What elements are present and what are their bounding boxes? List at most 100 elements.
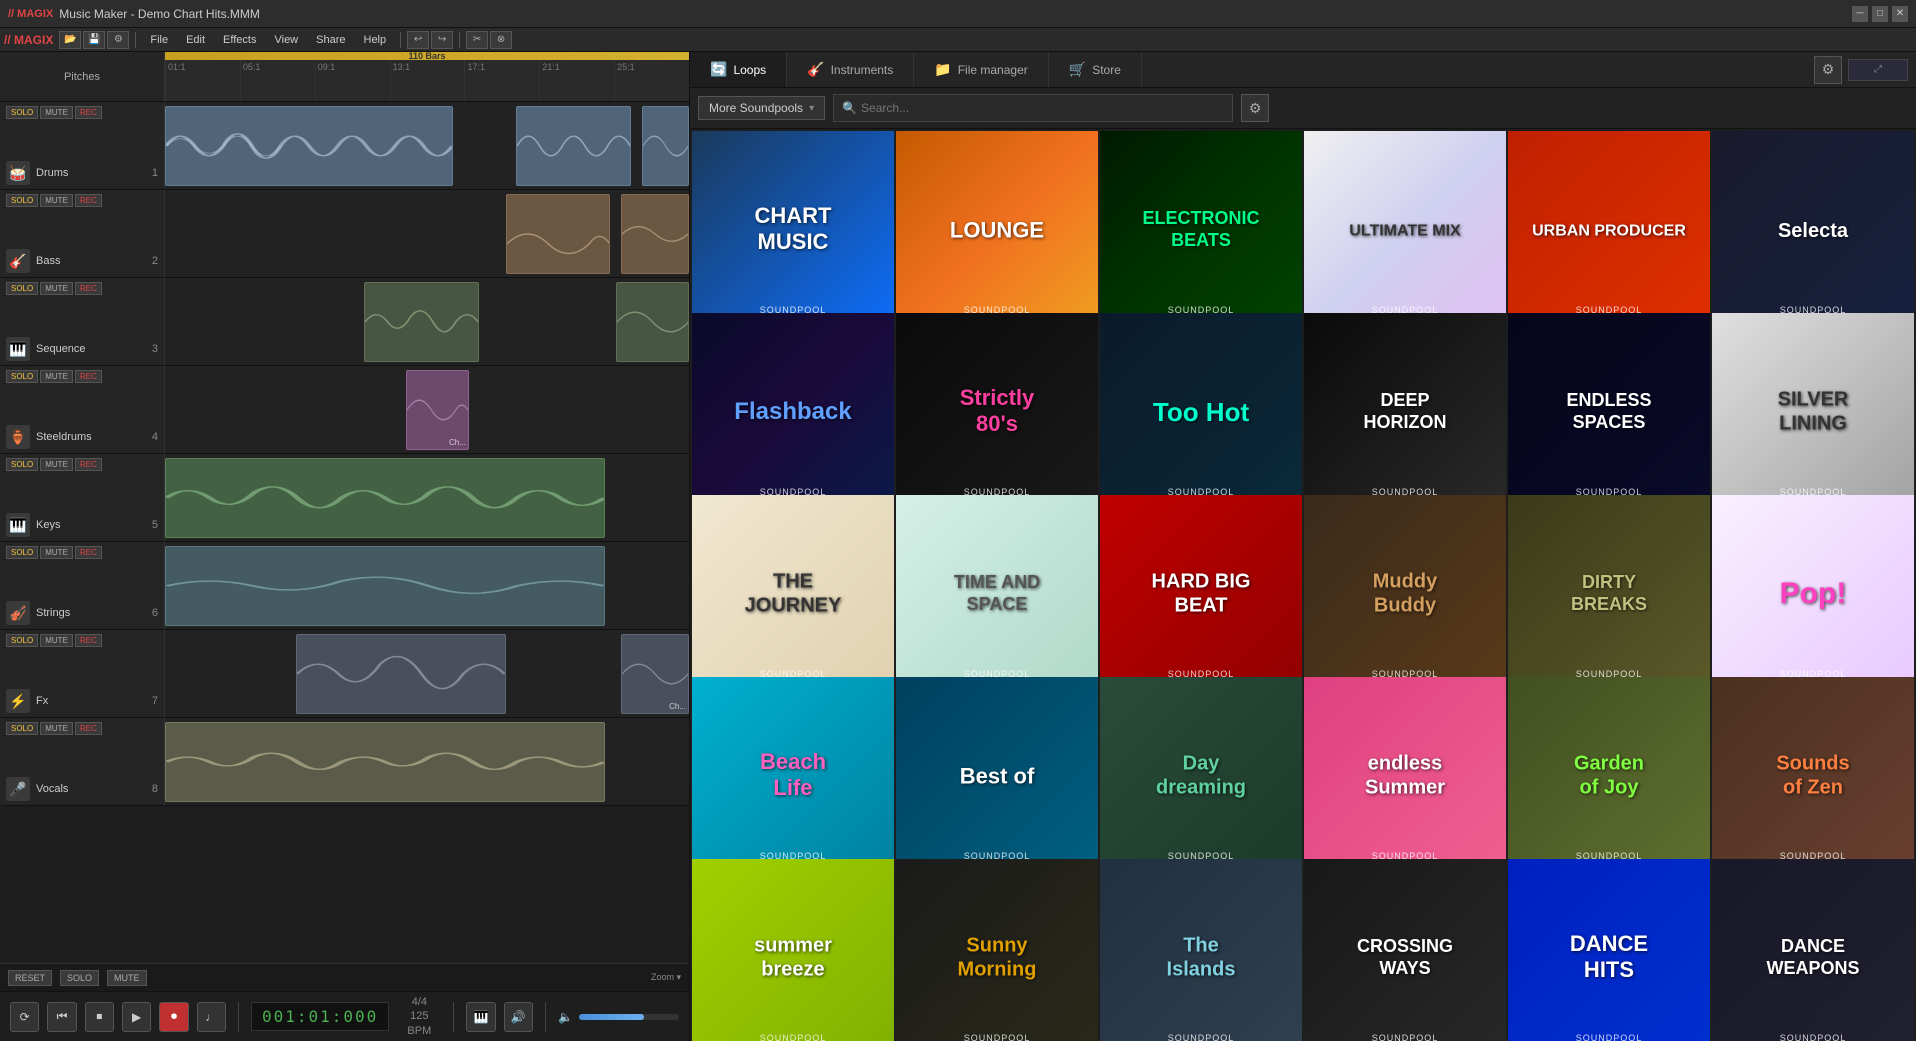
rec-vocals[interactable]: REC (75, 722, 102, 735)
track-content-strings[interactable] (165, 542, 689, 629)
mute-fx[interactable]: MUTE (40, 634, 73, 647)
rec-drums[interactable]: REC (75, 106, 102, 119)
rec-bass[interactable]: REC (75, 194, 102, 207)
solo-sequence[interactable]: SOLO (6, 282, 38, 295)
cut-button[interactable]: ✂ (466, 31, 488, 49)
window-controls[interactable]: ─ □ ✕ (1852, 6, 1908, 22)
minimize-button[interactable]: ─ (1852, 6, 1868, 22)
clip-drums-2[interactable] (516, 106, 631, 186)
soundpool-item-beach-life[interactable]: Beach LifeSOUNDPOOL CHILLOUT (692, 677, 894, 879)
solo-bass[interactable]: SOLO (6, 194, 38, 207)
soundpool-item-dirty-breaks[interactable]: DIRTY BREAKSSOUNDPOOL BREAKBEAT (1508, 495, 1710, 697)
rewind-button[interactable]: ⏮ (47, 1002, 76, 1032)
soundpool-settings-button[interactable]: ⚙ (1241, 94, 1269, 122)
soundpool-item-daydreaming[interactable]: Day dreamingSOUNDPOOL CHILLOUT (1100, 677, 1302, 879)
soundpool-item-islands[interactable]: The IslandsSOUNDPOOL CHILLOUT (1100, 859, 1302, 1041)
clip-steeldrums-1[interactable]: Ch... (406, 370, 469, 450)
soundpool-item-crossing-ways[interactable]: CROSSING WAYSSOUNDPOOL CROSSOVER (1304, 859, 1506, 1041)
rec-sequence[interactable]: REC (75, 282, 102, 295)
clip-keys-1[interactable] (165, 458, 605, 538)
menu-edit[interactable]: Edit (178, 32, 213, 48)
clip-drums-3[interactable] (642, 106, 689, 186)
soundpool-item-endless-spaces[interactable]: ENDLESS SPACESSOUNDPOOL AMBIENT (1508, 313, 1710, 515)
soundpool-item-urban-producer[interactable]: URBAN PRODUCERSOUNDPOOL COLLECTION (1508, 131, 1710, 333)
mute-drums[interactable]: MUTE (40, 106, 73, 119)
menu-help[interactable]: Help (356, 32, 395, 48)
solo-strings[interactable]: SOLO (6, 546, 38, 559)
soundpool-item-flashback[interactable]: FlashbackSOUNDPOOL 80s (692, 313, 894, 515)
tab-instruments[interactable]: 🎸 Instruments (787, 52, 914, 87)
rec-steeldrums[interactable]: REC (75, 370, 102, 383)
volume-slider[interactable] (579, 1014, 679, 1020)
soundpool-item-silver-lining[interactable]: SILVER LININGSOUNDPOOL AMBIENT (1712, 313, 1914, 515)
record-button[interactable]: ⏺ (159, 1002, 188, 1032)
soundpool-item-hard-big-beat[interactable]: HARD BIG BEATSOUNDPOOL BIG BEAT (1100, 495, 1302, 697)
play-button[interactable]: ▶ (122, 1002, 151, 1032)
soundpool-item-lounge[interactable]: LOUNGESOUNDPOOL COLLECTION (896, 131, 1098, 333)
soundpool-item-pop[interactable]: Pop!SOUNDPOOL CHART HITS (1712, 495, 1914, 697)
stop-button[interactable]: ⏹ (85, 1002, 114, 1032)
soundpool-item-sunny-morning[interactable]: Sunny MorningSOUNDPOOL CHILLOUT (896, 859, 1098, 1041)
mute-all-button[interactable]: MUTE (107, 970, 147, 986)
stop-edit-button[interactable]: ⊗ (490, 31, 512, 49)
save-button[interactable]: 💾 (83, 31, 105, 49)
mute-sequence[interactable]: MUTE (40, 282, 73, 295)
solo-keys[interactable]: SOLO (6, 458, 38, 471)
menu-file[interactable]: File (142, 32, 176, 48)
solo-drums[interactable]: SOLO (6, 106, 38, 119)
soundpool-item-selecta[interactable]: SelectaSOUNDPOOL 2STEP (1712, 131, 1914, 333)
speaker-button[interactable]: 🔊 (504, 1002, 533, 1032)
soundpool-item-dance-weapons[interactable]: DANCE WEAPONSSOUNDPOOL DANCE (1712, 859, 1914, 1041)
timeline[interactable]: 110 Bars 01:1 05:1 09:1 13:1 17:1 21:1 2… (165, 52, 689, 101)
tab-loops[interactable]: 🔄 Loops (690, 52, 787, 87)
solo-all-button[interactable]: SOLO (60, 970, 99, 986)
clip-drums-1[interactable] (165, 106, 453, 186)
mute-bass[interactable]: MUTE (40, 194, 73, 207)
clip-fx-1[interactable] (296, 634, 506, 714)
menu-effects[interactable]: Effects (215, 32, 264, 48)
clip-fx-2[interactable]: Ch... (621, 634, 689, 714)
soundpool-item-ultimate-mix[interactable]: ULTIMATE MIXSOUNDPOOL COLLECTION (1304, 131, 1506, 333)
settings-button[interactable]: ⚙ (107, 31, 129, 49)
soundpool-item-toohot[interactable]: Too HotSOUNDPOOL 80s (1100, 313, 1302, 515)
maximize-button[interactable]: □ (1872, 6, 1888, 22)
clip-strings-1[interactable] (165, 546, 605, 626)
track-content-keys[interactable] (165, 454, 689, 541)
soundpool-item-muddy-buddy[interactable]: Muddy BuddySOUNDPOOL BLUES (1304, 495, 1506, 697)
open-button[interactable]: 📂 (59, 31, 81, 49)
soundpool-item-sounds-zen[interactable]: Sounds of ZenSOUNDPOOL CHILLOUT (1712, 677, 1914, 879)
solo-steeldrums[interactable]: SOLO (6, 370, 38, 383)
mute-strings[interactable]: MUTE (40, 546, 73, 559)
soundpool-dropdown[interactable]: More Soundpools ▾ (698, 96, 825, 120)
track-content-vocals[interactable] (165, 718, 689, 805)
soundpool-item-chart-music[interactable]: CHART MUSICSOUNDPOOL COLLECTION (692, 131, 894, 333)
track-content-steeldrums[interactable]: Ch... (165, 366, 689, 453)
mute-vocals[interactable]: MUTE (40, 722, 73, 735)
undo-button[interactable]: ↩ (407, 31, 429, 49)
solo-fx[interactable]: SOLO (6, 634, 38, 647)
soundpool-item-summer-breeze[interactable]: summer breezeSOUNDPOOL CHILLOUT (692, 859, 894, 1041)
tab-file-manager[interactable]: 📁 File manager (914, 52, 1048, 87)
rec-keys[interactable]: REC (75, 458, 102, 471)
soundpool-item-garden-joy[interactable]: Garden of JoySOUNDPOOL CHILLOUT (1508, 677, 1710, 879)
piano-button[interactable]: 🎹 (466, 1002, 495, 1032)
soundpool-item-time-space[interactable]: TIME AND SPACESOUNDPOOL AMBIENT (896, 495, 1098, 697)
soundpool-item-journey[interactable]: THE JOURNEYSOUNDPOOL AMBIENT (692, 495, 894, 697)
soundpool-item-deep-horizon[interactable]: DEEP HORIZONSOUNDPOOL AMBIENT (1304, 313, 1506, 515)
search-input[interactable] (861, 101, 1224, 115)
soundpool-item-endless-summer[interactable]: endless SummerSOUNDPOOL CHILLOUT (1304, 677, 1506, 879)
mute-steeldrums[interactable]: MUTE (40, 370, 73, 383)
menu-view[interactable]: View (266, 32, 306, 48)
clip-sequence-1[interactable] (364, 282, 479, 362)
clip-sequence-2[interactable] (616, 282, 689, 362)
redo-button[interactable]: ↪ (431, 31, 453, 49)
panel-settings-button[interactable]: ⚙ (1814, 56, 1842, 84)
mute-keys[interactable]: MUTE (40, 458, 73, 471)
loop-button[interactable]: ⟳ (10, 1002, 39, 1032)
panel-expand-button[interactable]: ⤢ (1848, 59, 1908, 81)
close-button[interactable]: ✕ (1892, 6, 1908, 22)
track-content-fx[interactable]: Ch... (165, 630, 689, 717)
metronome-button[interactable]: ♩ (197, 1002, 226, 1032)
track-content-bass[interactable] (165, 190, 689, 277)
reset-button[interactable]: RESET (8, 970, 52, 986)
